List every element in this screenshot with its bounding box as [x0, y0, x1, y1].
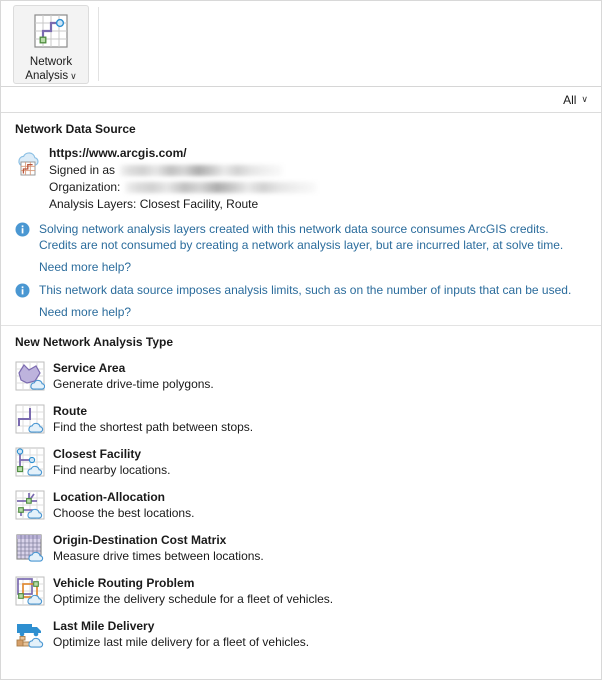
new-network-analysis-type-title: New Network Analysis Type: [15, 335, 174, 349]
analysis-type-name: Last Mile Delivery: [53, 619, 155, 633]
analysis-type-description: Choose the best locations.: [53, 506, 195, 520]
need-more-help-link-limits[interactable]: Need more help?: [1, 298, 131, 319]
chevron-down-icon: ∨: [70, 71, 77, 81]
data-source-row[interactable]: https://www.arcgis.com/ Signed in as Org…: [1, 142, 601, 213]
analysis-type-closest-facility[interactable]: Closest Facility Find nearby locations.: [1, 441, 601, 484]
analysis-type-description: Find nearby locations.: [53, 463, 171, 477]
analysis-type-text: Service Area Generate drive-time polygon…: [51, 360, 587, 393]
analysis-limits-note: This network data source imposes analysi…: [1, 274, 601, 298]
analysis-type-text: Vehicle Routing Problem Optimize the del…: [51, 575, 587, 608]
network-data-source-section: Network Data Source https://www.arcgis.c…: [1, 113, 601, 326]
analysis-type-name: Vehicle Routing Problem: [53, 576, 195, 590]
analysis-type-name: Origin-Destination Cost Matrix: [53, 533, 227, 547]
signed-in-as-line: Signed in as: [49, 162, 587, 179]
analysis-type-name: Location-Allocation: [53, 490, 165, 504]
data-source-url[interactable]: https://www.arcgis.com/: [49, 145, 587, 162]
filter-bar: All ∨: [1, 87, 601, 113]
analysis-type-vehicle-routing-problem[interactable]: Vehicle Routing Problem Optimize the del…: [1, 570, 601, 613]
analysis-type-text: Location-Allocation Choose the best loca…: [51, 489, 587, 522]
last-mile-delivery-icon: [15, 618, 51, 649]
ribbon-toolbar: Network Analysis ∨: [1, 1, 601, 87]
analysis-type-route[interactable]: Route Find the shortest path between sto…: [1, 398, 601, 441]
analysis-limits-note-text: This network data source imposes analysi…: [39, 283, 572, 297]
analysis-type-name: Service Area: [53, 361, 126, 375]
credits-note-text: Solving network analysis layers created …: [39, 222, 564, 252]
analysis-type-description: Optimize the delivery schedule for a fle…: [53, 592, 334, 606]
analysis-type-description: Find the shortest path between stops.: [53, 420, 254, 434]
closest-facility-icon: [15, 446, 51, 477]
vehicle-routing-problem-icon: [15, 575, 51, 606]
organization-line: Organization:: [49, 179, 587, 196]
analysis-type-description: Generate drive-time polygons.: [53, 377, 214, 391]
chevron-down-icon: ∨: [581, 94, 588, 104]
network-analysis-button-label: Network Analysis ∨: [25, 56, 77, 82]
organization-label: Organization:: [49, 180, 121, 194]
analysis-type-description: Measure drive times between locations.: [53, 549, 264, 563]
analysis-layers-line: Analysis Layers: Closest Facility, Route: [49, 197, 259, 211]
od-cost-matrix-icon: [15, 532, 51, 563]
analysis-type-text: Origin-Destination Cost Matrix Measure d…: [51, 532, 587, 565]
info-icon: [15, 221, 39, 237]
analysis-type-description: Optimize last mile delivery for a fleet …: [53, 635, 310, 649]
signed-in-as-label: Signed in as: [49, 163, 116, 177]
network-analysis-button[interactable]: Network Analysis ∨: [13, 5, 89, 84]
analysis-type-text: Last Mile Delivery Optimize last mile de…: [51, 618, 587, 651]
analysis-type-text: Route Find the shortest path between sto…: [51, 403, 587, 436]
analysis-type-service-area[interactable]: Service Area Generate drive-time polygon…: [1, 355, 601, 398]
organization-value-redacted: [125, 182, 318, 193]
analysis-type-text: Closest Facility Find nearby locations.: [51, 446, 587, 479]
analysis-type-location-allocation[interactable]: Location-Allocation Choose the best loca…: [1, 484, 601, 527]
analysis-type-od-cost-matrix[interactable]: Origin-Destination Cost Matrix Measure d…: [1, 527, 601, 570]
signed-in-as-value-redacted: [120, 165, 284, 176]
filter-all-label: All: [563, 92, 577, 107]
need-more-help-link-credits[interactable]: Need more help?: [1, 253, 131, 274]
network-data-source-title: Network Data Source: [15, 122, 136, 136]
analysis-type-name: Route: [53, 404, 87, 418]
new-network-analysis-type-section: New Network Analysis Type Service Area G…: [1, 326, 601, 660]
analysis-type-name: Closest Facility: [53, 447, 142, 461]
filter-all-dropdown[interactable]: All ∨: [560, 92, 591, 108]
location-allocation-icon: [15, 489, 51, 520]
cloud-network-dataset-icon: [15, 145, 49, 177]
analysis-type-list: Service Area Generate drive-time polygon…: [1, 355, 601, 660]
network-analysis-icon: [32, 12, 70, 50]
service-area-icon: [15, 360, 51, 391]
info-icon: [15, 282, 39, 298]
data-source-details: https://www.arcgis.com/ Signed in as Org…: [49, 145, 587, 213]
analysis-type-last-mile-delivery[interactable]: Last Mile Delivery Optimize last mile de…: [1, 613, 601, 656]
ribbon-separator: [98, 7, 99, 81]
credits-note: Solving network analysis layers created …: [1, 213, 601, 253]
route-icon: [15, 403, 51, 434]
